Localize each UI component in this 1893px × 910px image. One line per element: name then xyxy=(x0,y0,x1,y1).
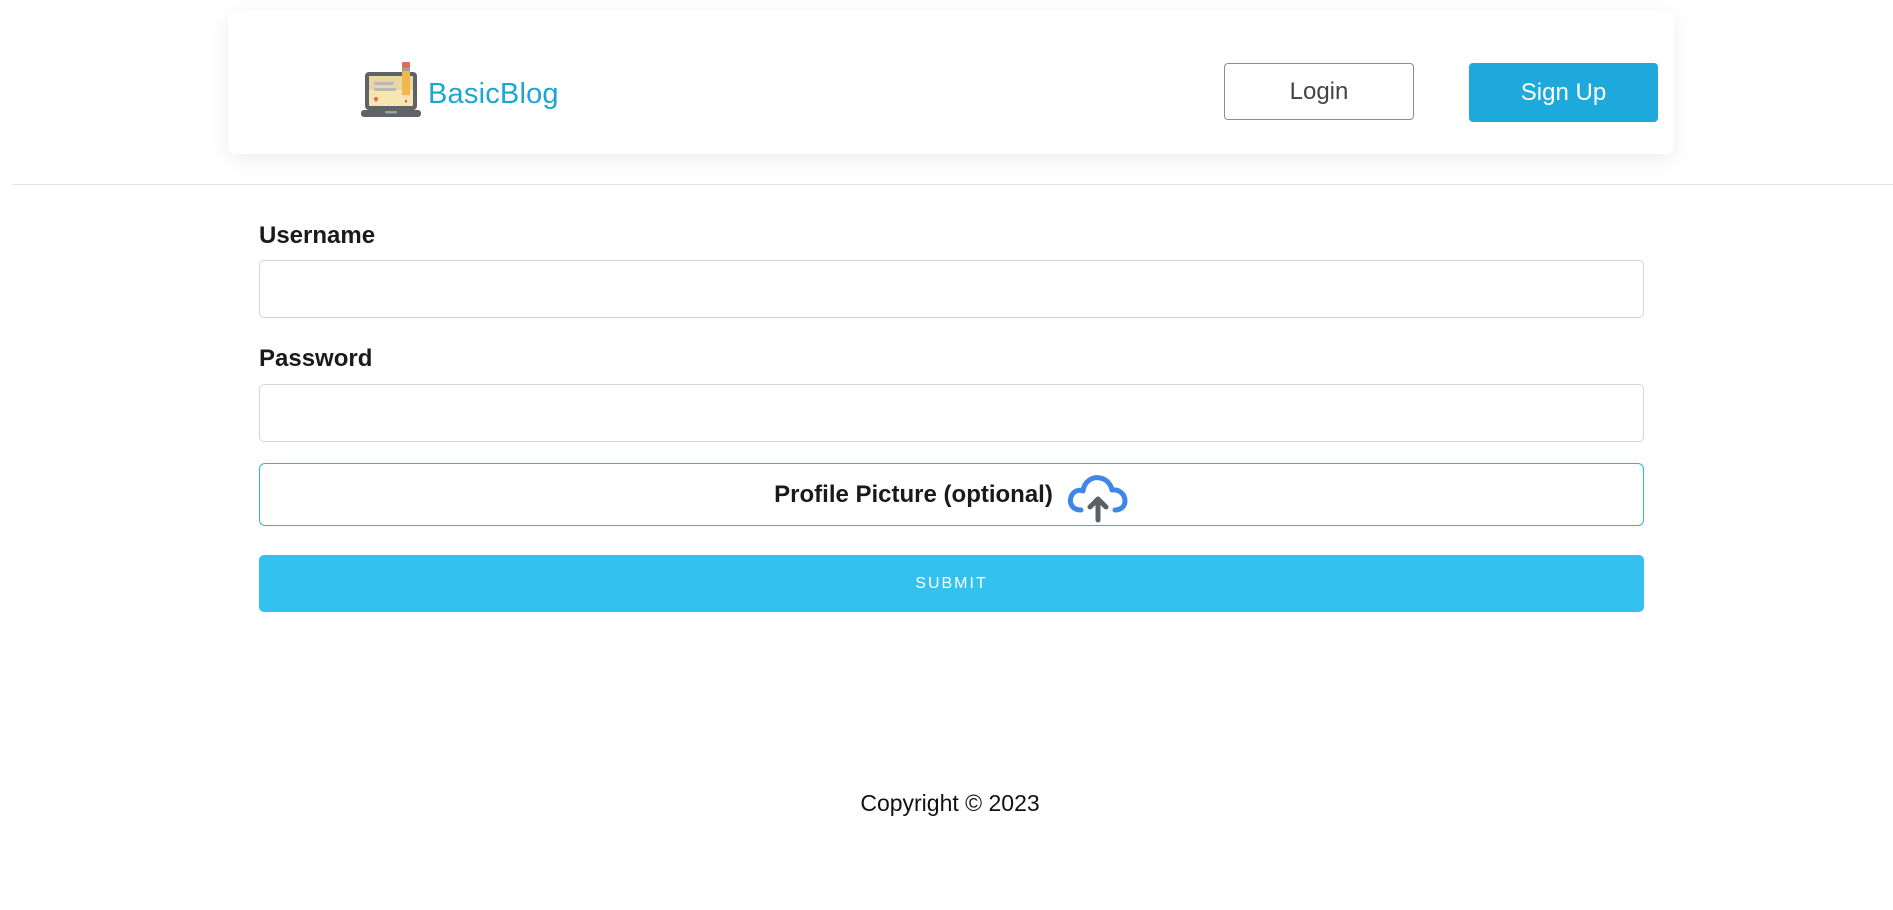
submit-button[interactable]: SUBMIT xyxy=(259,555,1644,612)
profile-picture-upload[interactable]: Profile Picture (optional) xyxy=(259,463,1644,526)
brand-link[interactable]: BasicBlog xyxy=(361,62,559,126)
navbar: BasicBlog Login Sign Up xyxy=(228,10,1674,154)
password-input[interactable] xyxy=(259,384,1644,442)
username-input[interactable] xyxy=(259,260,1644,318)
password-label: Password xyxy=(259,345,373,372)
header-divider xyxy=(12,184,1893,185)
username-label: Username xyxy=(259,222,376,249)
login-button[interactable]: Login xyxy=(1224,63,1414,120)
page: BasicBlog Login Sign Up Username Passwor… xyxy=(0,0,1893,910)
copyright-text: Copyright © 2023 xyxy=(860,790,1040,816)
signup-button[interactable]: Sign Up xyxy=(1469,63,1658,122)
brand-name: BasicBlog xyxy=(428,77,559,110)
profile-picture-label: Profile Picture (optional) xyxy=(774,480,1053,508)
laptop-pencil-icon xyxy=(361,62,421,117)
cloud-upload-icon xyxy=(1067,474,1128,522)
footer: Copyright © 2023 xyxy=(0,790,1893,817)
